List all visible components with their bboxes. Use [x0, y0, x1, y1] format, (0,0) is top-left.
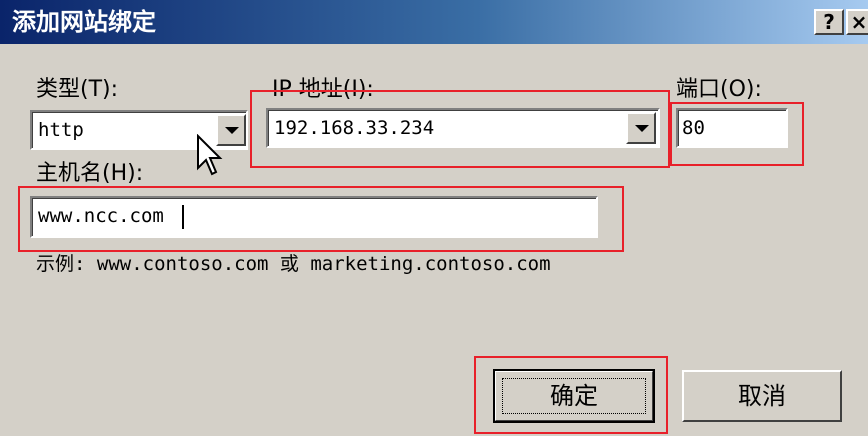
cancel-button[interactable]: 取消 [682, 370, 842, 422]
port-label: 端口(O): [676, 77, 762, 102]
host-name-label: 主机名(H): [36, 161, 144, 186]
text-caret [182, 205, 184, 229]
title-bar: 添加网站绑定 ? × [0, 0, 868, 44]
host-name-value: www.ncc.com [38, 205, 164, 227]
focus-rect [502, 378, 646, 414]
dialog-title: 添加网站绑定 [12, 8, 156, 36]
close-button[interactable]: × [846, 9, 868, 35]
mouse-pointer-icon [197, 134, 223, 176]
help-button[interactable]: ? [814, 9, 844, 35]
example-hint: 示例: www.contoso.com 或 marketing.contoso.… [36, 253, 551, 275]
port-input[interactable]: 80 [676, 108, 788, 148]
ip-address-value: 192.168.33.234 [274, 117, 435, 139]
chevron-down-icon [225, 127, 239, 134]
type-select-value: http [38, 119, 84, 141]
chevron-down-icon [635, 125, 649, 132]
ip-address-select[interactable]: 192.168.33.234 [266, 108, 660, 148]
ip-address-label: IP 地址(I): [272, 77, 374, 102]
port-value: 80 [682, 117, 705, 139]
type-label: 类型(T): [36, 77, 119, 102]
ok-button[interactable]: 确定 [493, 369, 655, 423]
ip-dropdown-button[interactable] [626, 112, 656, 144]
host-name-input[interactable]: www.ncc.com [30, 196, 598, 238]
